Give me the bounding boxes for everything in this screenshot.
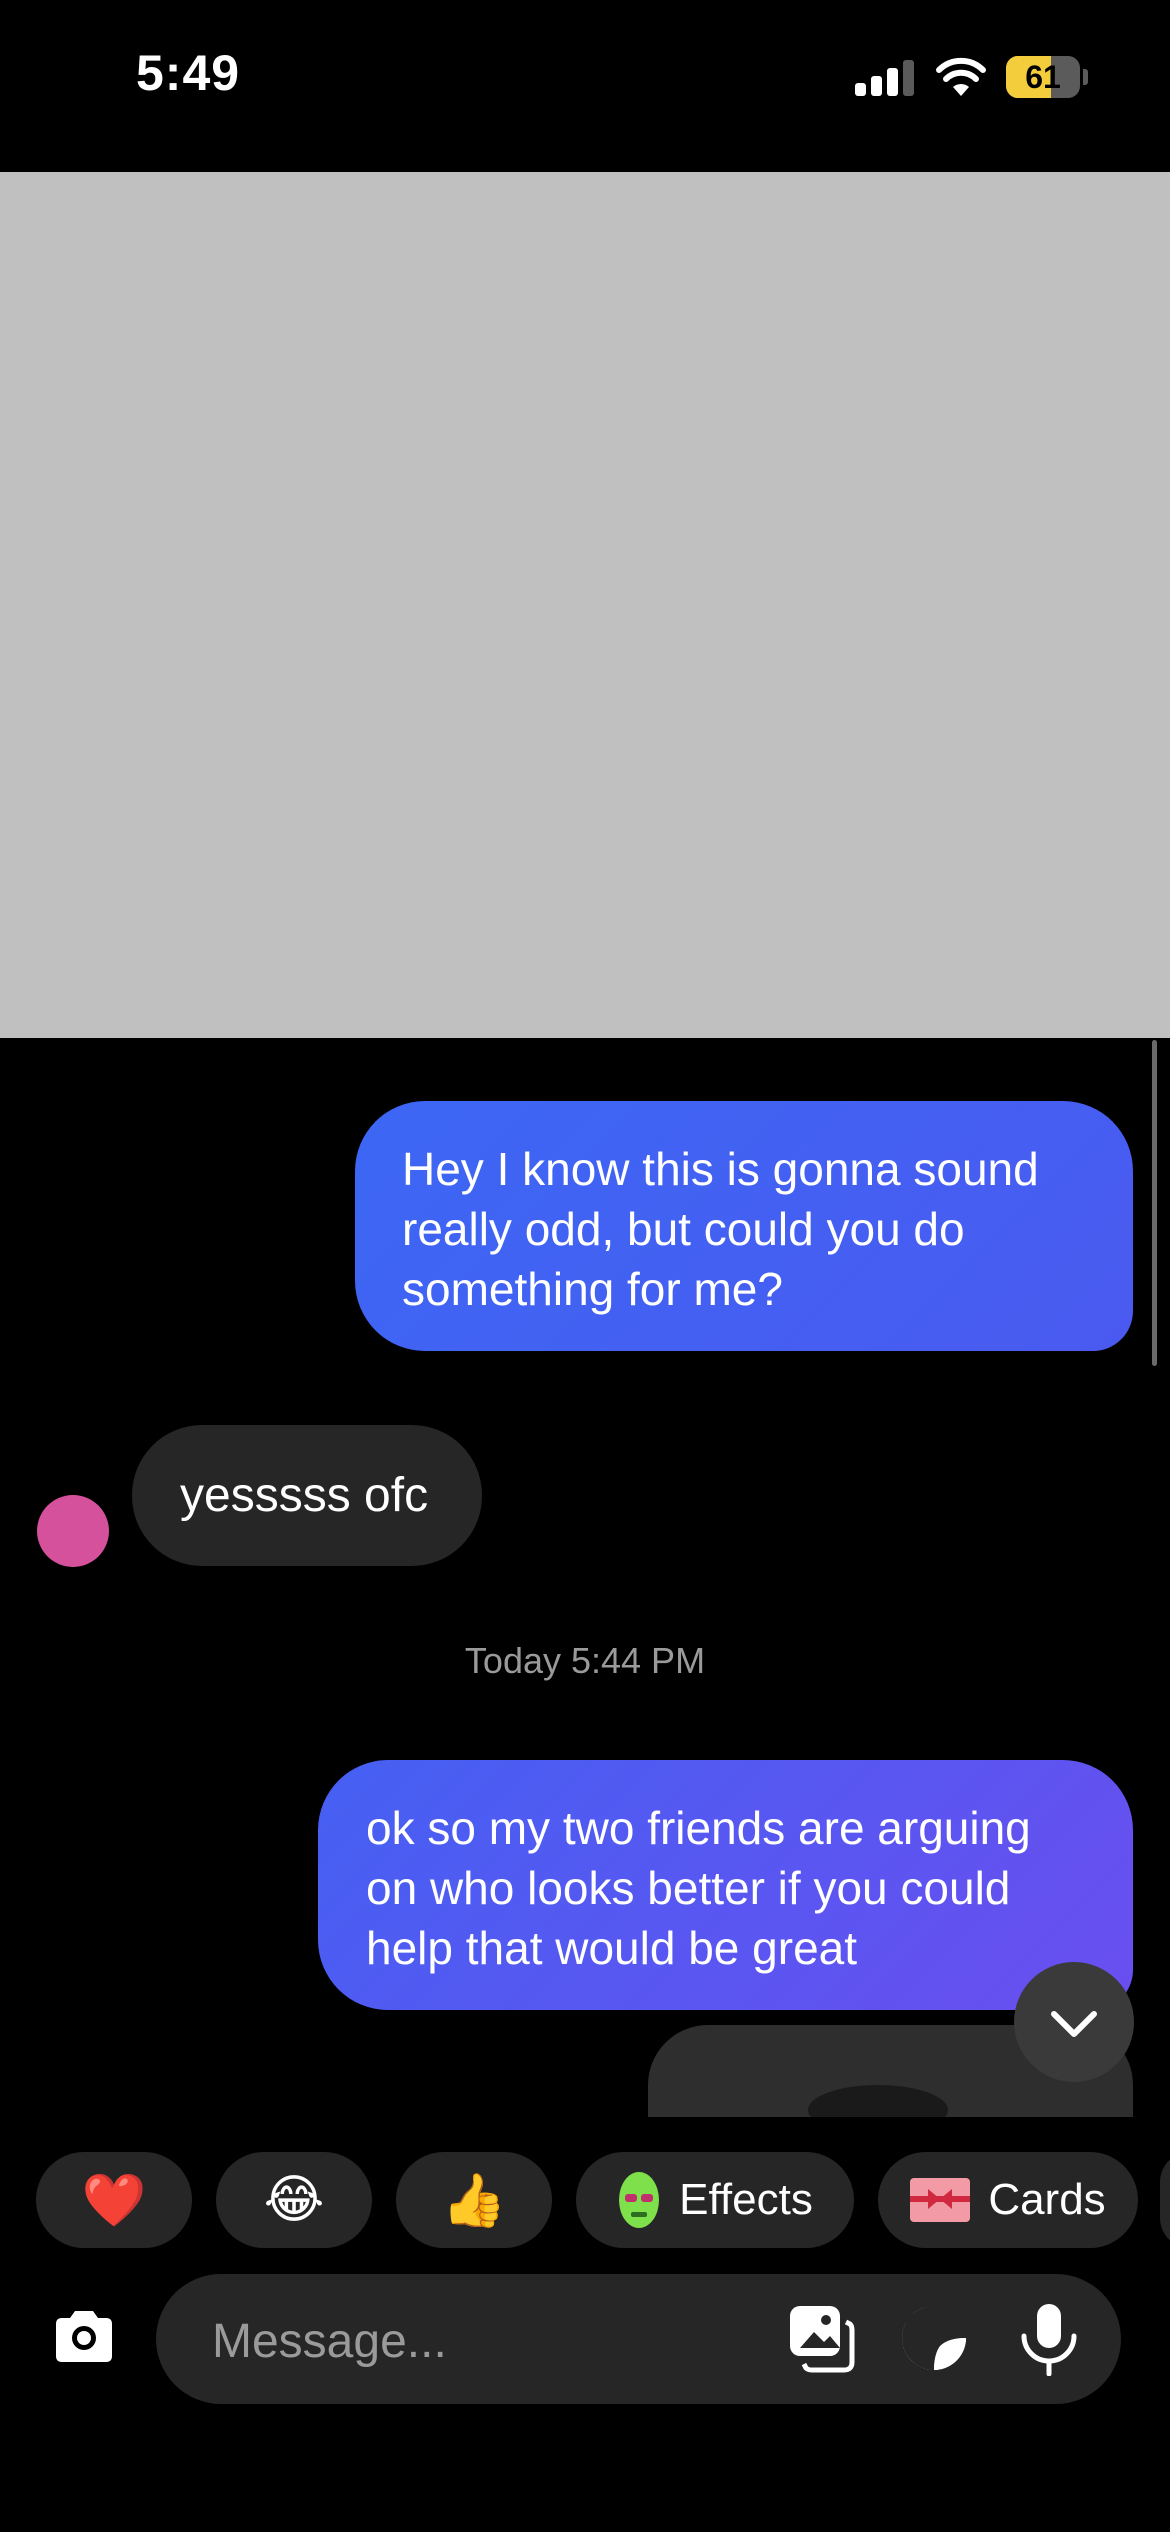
camera-icon	[56, 2311, 112, 2362]
cards-label: Cards	[988, 2175, 1106, 2224]
microphone-button[interactable]	[1016, 2302, 1082, 2377]
cards-button[interactable]: Cards	[878, 2152, 1138, 2248]
message-input[interactable]	[210, 2302, 734, 2380]
heart-emoji-icon: ❤️	[81, 2171, 147, 2230]
sent-message-bubble[interactable]: Hey I know this is gonna sound really od…	[355, 1101, 1133, 1351]
sticker-icon	[902, 2306, 967, 2371]
sent-message-bubble[interactable]: ok so my two friends are arguing on who …	[318, 1760, 1133, 2010]
message-timestamp: Today 5:44 PM	[464, 1640, 706, 1681]
contact-avatar[interactable]	[37, 1495, 109, 1567]
quick-reply-laughing[interactable]: 😂	[216, 2152, 372, 2248]
battery-level: 61	[1025, 59, 1061, 95]
effects-button[interactable]: Effects	[576, 2152, 854, 2248]
received-message-bubble[interactable]: yesssss ofc	[132, 1425, 482, 1566]
gallery-button[interactable]	[786, 2302, 856, 2374]
effects-label: Effects	[679, 2175, 813, 2224]
scrollbar[interactable]	[1152, 1040, 1157, 1366]
quick-reply-overflow[interactable]	[1160, 2152, 1170, 2248]
status-time: 5:49	[136, 45, 241, 101]
effects-icon	[619, 2172, 660, 2228]
shared-media[interactable]	[0, 172, 1170, 1038]
signal-strength-icon	[855, 58, 915, 96]
wifi-icon	[936, 57, 986, 96]
cards-icon	[910, 2178, 971, 2222]
microphone-icon	[1021, 2304, 1077, 2377]
scroll-to-bottom-button[interactable]	[1014, 1962, 1134, 2082]
quick-reply-thumbs-up[interactable]: 👍	[396, 2152, 552, 2248]
battery-icon: 61	[1006, 56, 1088, 98]
sticker-button[interactable]	[898, 2302, 970, 2374]
gallery-icon	[790, 2306, 855, 2373]
thumbs-up-emoji-icon: 👍	[441, 2171, 507, 2230]
camera-button[interactable]	[48, 2300, 120, 2372]
quick-reply-heart[interactable]: ❤️	[36, 2152, 192, 2248]
chevron-down-icon	[1051, 2011, 1097, 2037]
laughing-emoji-icon: 😂	[263, 2171, 325, 2229]
